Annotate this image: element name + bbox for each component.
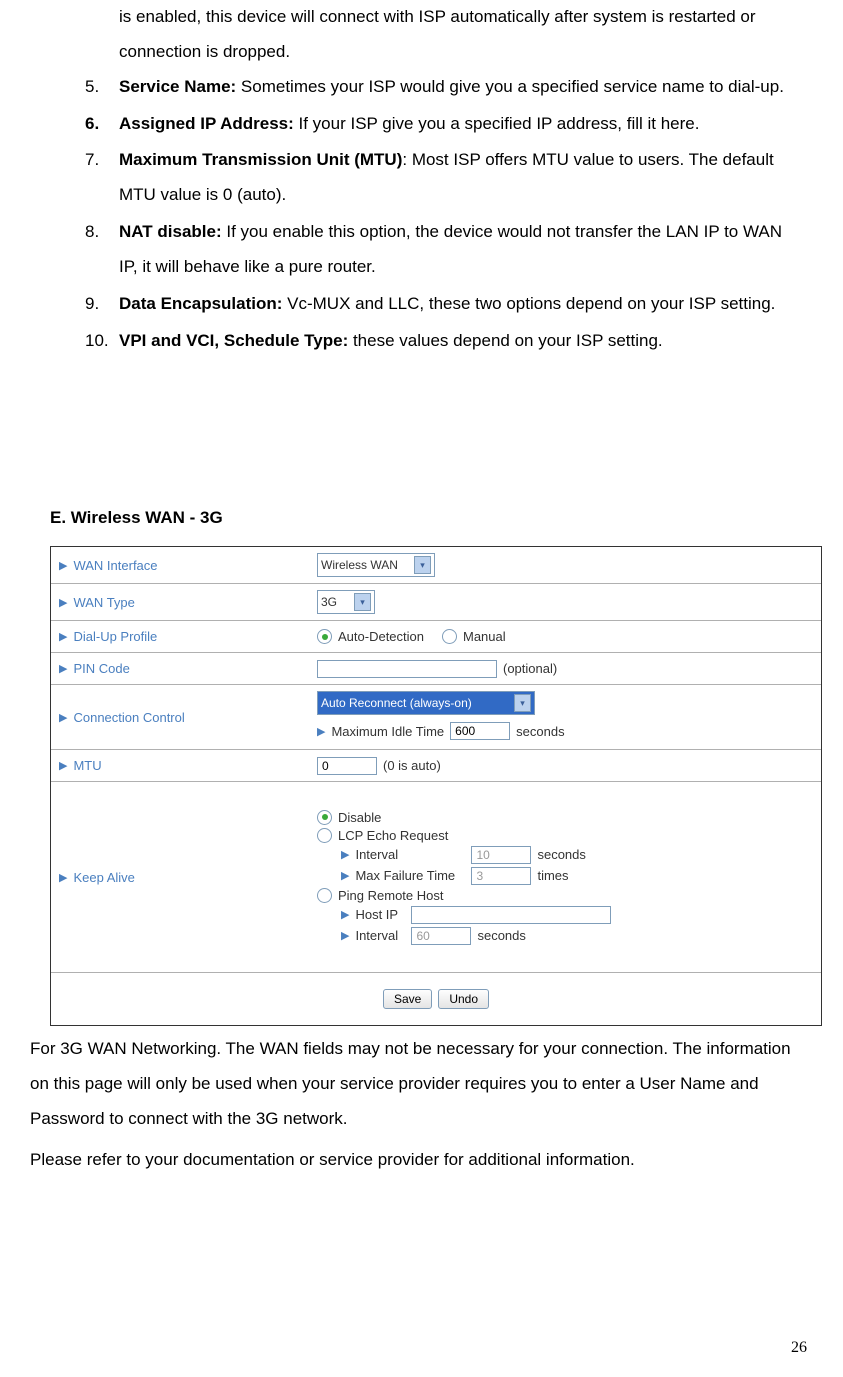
list-item: 7.Maximum Transmission Unit (MTU): Most …	[85, 143, 793, 213]
label-wan-interface: WAN Interface	[73, 558, 157, 573]
list-number: 8.	[85, 215, 109, 285]
paragraph-3g-note: For 3G WAN Networking. The WAN fields ma…	[30, 1032, 813, 1137]
row-caret-icon: ▶	[59, 630, 67, 643]
list-body: Assigned IP Address: If your ISP give yo…	[119, 107, 793, 142]
list-item: 9. Data Encapsulation: Vc-MUX and LLC, th…	[85, 287, 793, 322]
radio-keep-lcp[interactable]	[317, 828, 332, 843]
label-keep-alive: Keep Alive	[73, 870, 134, 885]
row-caret-icon: ▶	[341, 929, 349, 942]
list-item-title: Service Name:	[119, 77, 236, 96]
label-connection-control: Connection Control	[73, 710, 184, 725]
input-pin-code[interactable]	[317, 660, 497, 678]
list-number: 10.	[85, 324, 109, 359]
input-ping-host[interactable]	[411, 906, 611, 924]
row-caret-icon: ▶	[341, 848, 349, 861]
radio-keep-ping[interactable]	[317, 888, 332, 903]
radio-label-lcp: LCP Echo Request	[338, 828, 448, 843]
list-item-title: NAT disable:	[119, 222, 222, 241]
radio-label-auto: Auto-Detection	[338, 629, 424, 644]
hint-pin: (optional)	[503, 661, 557, 676]
list-item-text: Vc-MUX and LLC, these two options depend…	[282, 294, 775, 313]
hint-mtu: (0 is auto)	[383, 758, 441, 773]
label-pin-code: PIN Code	[73, 661, 129, 676]
label-ping-interval: Interval	[355, 928, 405, 943]
list-item: 10. VPI and VCI, Schedule Type: these val…	[85, 324, 793, 359]
list-number: 9.	[85, 287, 109, 322]
list-item-title: Assigned IP Address:	[119, 114, 294, 133]
wireless-wan-3g-panel: ▶WAN Interface Wireless WAN ▾ ▶WAN Type …	[50, 546, 822, 1026]
input-lcp-interval[interactable]	[471, 846, 531, 864]
radio-keep-disable[interactable]	[317, 810, 332, 825]
section-e-title: E. Wireless WAN - 3G	[50, 508, 813, 528]
input-mtu[interactable]	[317, 757, 377, 775]
radio-dialup-manual[interactable]	[442, 629, 457, 644]
chevron-down-icon: ▾	[414, 556, 431, 574]
list-item-4-continuation: is enabled, this device will connect wit…	[119, 0, 793, 70]
list-body: VPI and VCI, Schedule Type: these values…	[119, 324, 793, 359]
list-number: 5.	[85, 70, 109, 105]
radio-label-ping: Ping Remote Host	[338, 888, 444, 903]
row-caret-icon: ▶	[59, 662, 67, 675]
unit-seconds: seconds	[516, 724, 564, 739]
save-button[interactable]: Save	[383, 989, 432, 1009]
paragraph-refer-doc: Please refer to your documentation or se…	[30, 1143, 813, 1178]
radio-label-disable: Disable	[338, 810, 381, 825]
row-caret-icon: ▶	[317, 725, 325, 738]
list-body: NAT disable: If you enable this option, …	[119, 215, 793, 285]
row-caret-icon: ▶	[59, 711, 67, 724]
label-max-idle: Maximum Idle Time	[331, 724, 444, 739]
input-ping-interval[interactable]	[411, 927, 471, 945]
list-body: Service Name: Sometimes your ISP would g…	[119, 70, 793, 105]
page-number: 26	[791, 1339, 807, 1357]
row-caret-icon: ▶	[341, 908, 349, 921]
row-caret-icon: ▶	[59, 559, 67, 572]
input-lcp-fail[interactable]	[471, 867, 531, 885]
select-wan-type[interactable]: 3G ▾	[317, 590, 375, 614]
list-body: Maximum Transmission Unit (MTU): Most IS…	[119, 143, 793, 213]
list-item-title: VPI and VCI, Schedule Type:	[119, 331, 348, 350]
select-wan-interface[interactable]: Wireless WAN ▾	[317, 553, 435, 577]
radio-dialup-auto[interactable]	[317, 629, 332, 644]
label-ping-host: Host IP	[355, 907, 405, 922]
row-caret-icon: ▶	[59, 871, 67, 884]
list-item: 6. Assigned IP Address: If your ISP give …	[85, 107, 793, 142]
input-max-idle[interactable]	[450, 722, 510, 740]
undo-button[interactable]: Undo	[438, 989, 489, 1009]
unit-seconds: seconds	[477, 928, 525, 943]
unit-times: times	[537, 868, 568, 883]
list-item-title: Data Encapsulation:	[119, 294, 282, 313]
radio-label-manual: Manual	[463, 629, 506, 644]
list-item: 8.NAT disable: If you enable this option…	[85, 215, 793, 285]
list-item-text: these values depend on your ISP setting.	[348, 331, 662, 350]
label-lcp-interval: Interval	[355, 847, 465, 862]
list-item-text: If your ISP give you a specified IP addr…	[294, 114, 700, 133]
label-mtu: MTU	[73, 758, 101, 773]
list-item: 5. Service Name: Sometimes your ISP would…	[85, 70, 793, 105]
row-caret-icon: ▶	[59, 759, 67, 772]
select-connection-control[interactable]: Auto Reconnect (always-on) ▾	[317, 691, 535, 715]
label-dialup-profile: Dial-Up Profile	[73, 629, 157, 644]
unit-seconds: seconds	[537, 847, 585, 862]
label-lcp-fail: Max Failure Time	[355, 868, 465, 883]
list-number: 6.	[85, 107, 109, 142]
list-body: Data Encapsulation: Vc-MUX and LLC, thes…	[119, 287, 793, 322]
label-wan-type: WAN Type	[73, 595, 134, 610]
list-item-text: Sometimes your ISP would give you a spec…	[236, 77, 784, 96]
row-caret-icon: ▶	[59, 596, 67, 609]
row-caret-icon: ▶	[341, 869, 349, 882]
chevron-down-icon: ▾	[354, 593, 371, 611]
list-number: 7.	[85, 143, 109, 213]
chevron-down-icon: ▾	[514, 694, 531, 712]
list-item-title: Maximum Transmission Unit (MTU)	[119, 150, 402, 169]
